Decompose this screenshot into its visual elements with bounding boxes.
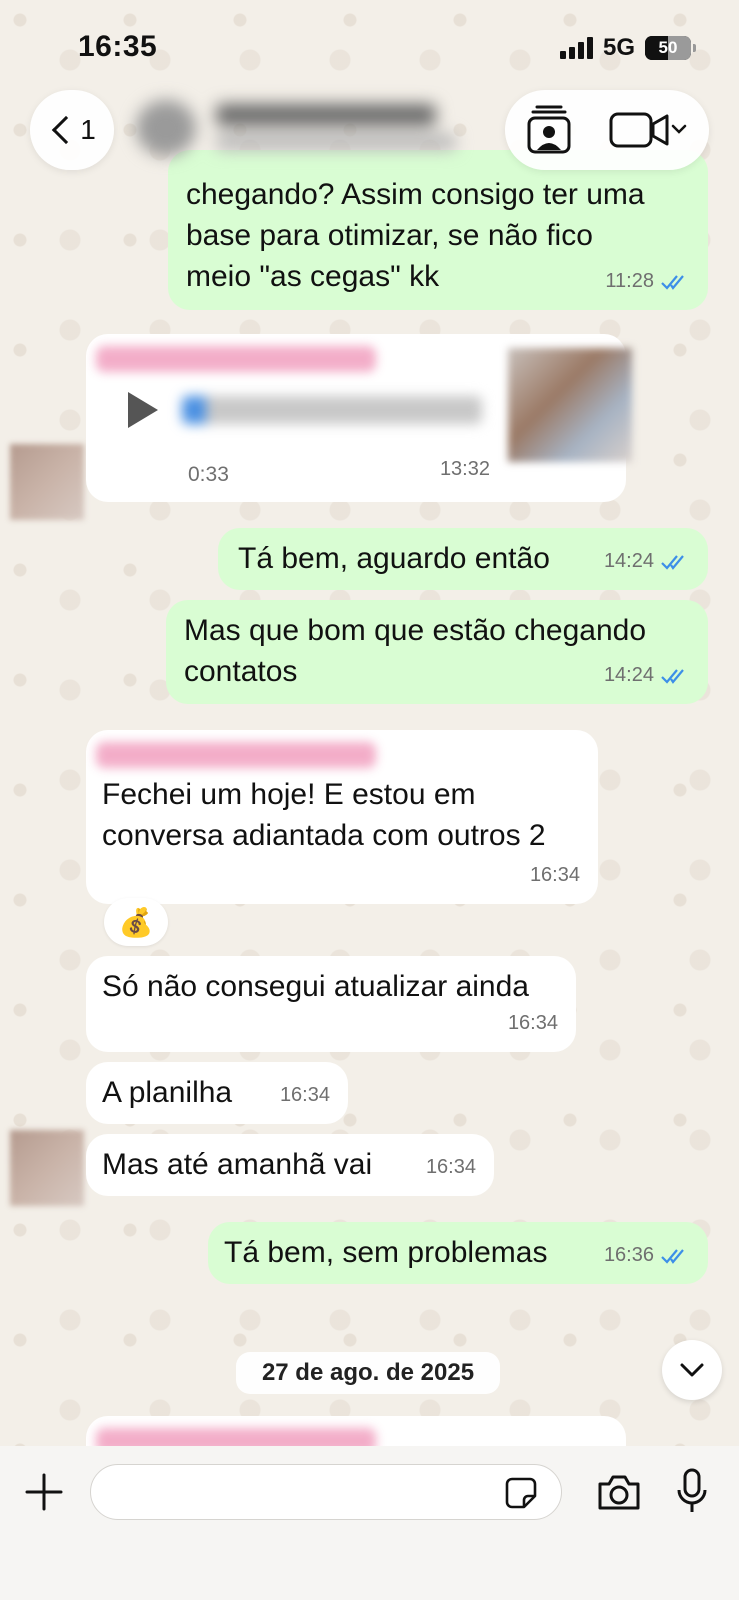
- date-separator: 27 de ago. de 2025: [236, 1352, 500, 1394]
- message-text-line: chegando? Assim consigo ter uma: [186, 178, 645, 211]
- message-input[interactable]: [90, 1464, 562, 1520]
- sender-avatar[interactable]: [10, 444, 84, 520]
- message-time: 14:24: [603, 550, 654, 572]
- microphone-icon[interactable]: [676, 1468, 708, 1514]
- double-check-icon: [661, 554, 684, 570]
- message-meta: 13:32: [440, 449, 490, 490]
- unread-count: 1: [80, 114, 96, 145]
- double-check-icon: [661, 1248, 684, 1264]
- message-incoming[interactable]: Fechei um hoje! E estou em conversa adia…: [86, 730, 598, 904]
- back-button[interactable]: 1: [30, 90, 114, 170]
- audio-duration: 0:33: [188, 463, 229, 486]
- sender-name-blurred: [96, 742, 376, 768]
- double-check-icon: [661, 274, 684, 290]
- plus-icon[interactable]: [24, 1472, 64, 1512]
- audio-sender-thumbnail: [508, 348, 632, 462]
- message-outgoing[interactable]: Tá bem, aguardo então 14:24: [218, 528, 708, 590]
- message-time: 13:32: [439, 458, 490, 480]
- signal-icon: [559, 37, 593, 59]
- message-meta: 16:34: [280, 1075, 330, 1116]
- header-actions: [505, 90, 709, 170]
- contact-card-icon[interactable]: [523, 104, 575, 156]
- message-text: Mas até amanhã vai: [102, 1148, 373, 1181]
- message-meta: 16:34: [508, 1003, 558, 1044]
- sender-name-blurred: [96, 346, 376, 372]
- battery-level: 50: [658, 38, 678, 57]
- chat-header: 1: [0, 88, 739, 174]
- message-meta: 11:28: [605, 261, 690, 302]
- message-outgoing[interactable]: chegando? Assim consigo ter uma base par…: [168, 150, 708, 310]
- status-indicators: 5G 50: [559, 34, 696, 62]
- message-time: 11:28: [605, 270, 654, 292]
- message-time: 16:36: [603, 1244, 654, 1266]
- message-meta: 14:24: [604, 655, 690, 696]
- message-text: Só não consegui atualizar ainda: [102, 970, 529, 1003]
- battery-icon: 50: [645, 36, 696, 60]
- message-meta: 16:36: [604, 1235, 690, 1276]
- message-text-line: Fechei um hoje! E estou em: [102, 778, 476, 811]
- message-text-line: Mas que bom que estão chegando: [184, 614, 646, 647]
- status-time: 16:35: [78, 30, 158, 63]
- reaction-money-bag[interactable]: 💰: [104, 898, 168, 946]
- network-type: 5G: [602, 34, 635, 61]
- chat-area[interactable]: chegando? Assim consigo ter uma base par…: [0, 0, 739, 1600]
- camera-icon[interactable]: [596, 1472, 642, 1512]
- message-meta: 16:34: [426, 1147, 476, 1188]
- chevron-down-icon: [680, 1363, 704, 1377]
- message-incoming[interactable]: Mas até amanhã vai 16:34: [86, 1134, 494, 1196]
- audio-waveform[interactable]: [182, 396, 482, 424]
- message-meta: 16:34: [530, 855, 580, 896]
- message-time: 16:34: [529, 864, 580, 886]
- sender-avatar[interactable]: [10, 1130, 84, 1206]
- message-text-line: conversa adiantada com outros 2: [102, 819, 546, 852]
- message-time: 16:34: [279, 1084, 330, 1106]
- message-input-bar: [0, 1446, 739, 1600]
- message-incoming[interactable]: A planilha 16:34: [86, 1062, 348, 1124]
- message-time: 16:34: [507, 1012, 558, 1034]
- play-icon[interactable]: [128, 392, 158, 428]
- status-bar: 16:35 5G 50: [0, 0, 739, 90]
- back-chevron-icon: [52, 115, 81, 145]
- message-outgoing[interactable]: Tá bem, sem problemas 16:36: [208, 1222, 708, 1284]
- message-time: 16:34: [425, 1156, 476, 1178]
- video-call-icon[interactable]: [609, 110, 689, 150]
- sticker-icon[interactable]: [504, 1476, 538, 1510]
- message-text-line: base para otimizar, se não fico: [186, 219, 593, 252]
- message-outgoing[interactable]: Mas que bom que estão chegando contatos …: [166, 600, 708, 704]
- message-time: 14:24: [603, 664, 654, 686]
- message-meta: 14:24: [604, 541, 690, 582]
- double-check-icon: [661, 668, 684, 684]
- message-incoming[interactable]: Só não consegui atualizar ainda 16:34: [86, 956, 576, 1052]
- scroll-to-bottom-button[interactable]: [662, 1340, 722, 1400]
- contact-info-blurred[interactable]: [136, 98, 476, 158]
